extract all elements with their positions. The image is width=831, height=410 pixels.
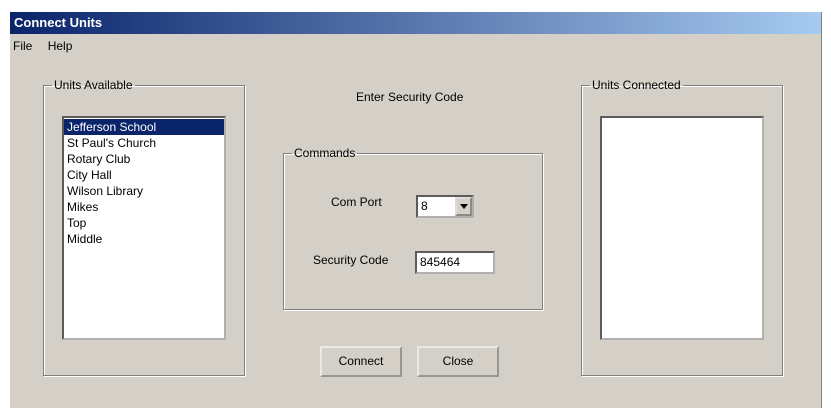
list-item[interactable]: Rotary Club (64, 151, 224, 167)
connect-button[interactable]: Connect (320, 346, 402, 377)
connect-units-window: Connect Units File Help Units Available … (10, 12, 822, 408)
list-item[interactable]: St Paul's Church (64, 135, 224, 151)
list-item[interactable]: Wilson Library (64, 183, 224, 199)
com-port-value: 8 (421, 199, 428, 213)
units-connected-legend: Units Connected (592, 78, 681, 92)
list-item[interactable]: Middle (64, 231, 224, 247)
list-item[interactable]: City Hall (64, 167, 224, 183)
close-button[interactable]: Close (417, 346, 499, 377)
menu-help[interactable]: Help (42, 36, 79, 56)
menu-bar: File Help (10, 36, 78, 56)
list-item[interactable]: Jefferson School (64, 119, 224, 135)
units-connected-list[interactable] (600, 116, 764, 340)
units-available-legend: Units Available (54, 78, 133, 92)
com-port-label: Com Port (331, 195, 382, 209)
security-code-input[interactable]: 845464 (415, 251, 495, 274)
commands-group: Commands (283, 146, 543, 310)
chevron-down-icon (460, 204, 468, 209)
commands-legend: Commands (294, 146, 356, 160)
security-code-prompt: Enter Security Code (356, 90, 464, 104)
security-code-label: Security Code (313, 253, 389, 267)
units-available-list[interactable]: Jefferson School St Paul's Church Rotary… (62, 116, 226, 340)
list-item[interactable]: Top (64, 215, 224, 231)
title-bar[interactable]: Connect Units (10, 12, 821, 34)
list-item[interactable]: Mikes (64, 199, 224, 215)
dropdown-button[interactable] (455, 197, 472, 216)
com-port-select[interactable]: 8 (416, 195, 474, 218)
menu-file[interactable]: File (10, 36, 38, 56)
